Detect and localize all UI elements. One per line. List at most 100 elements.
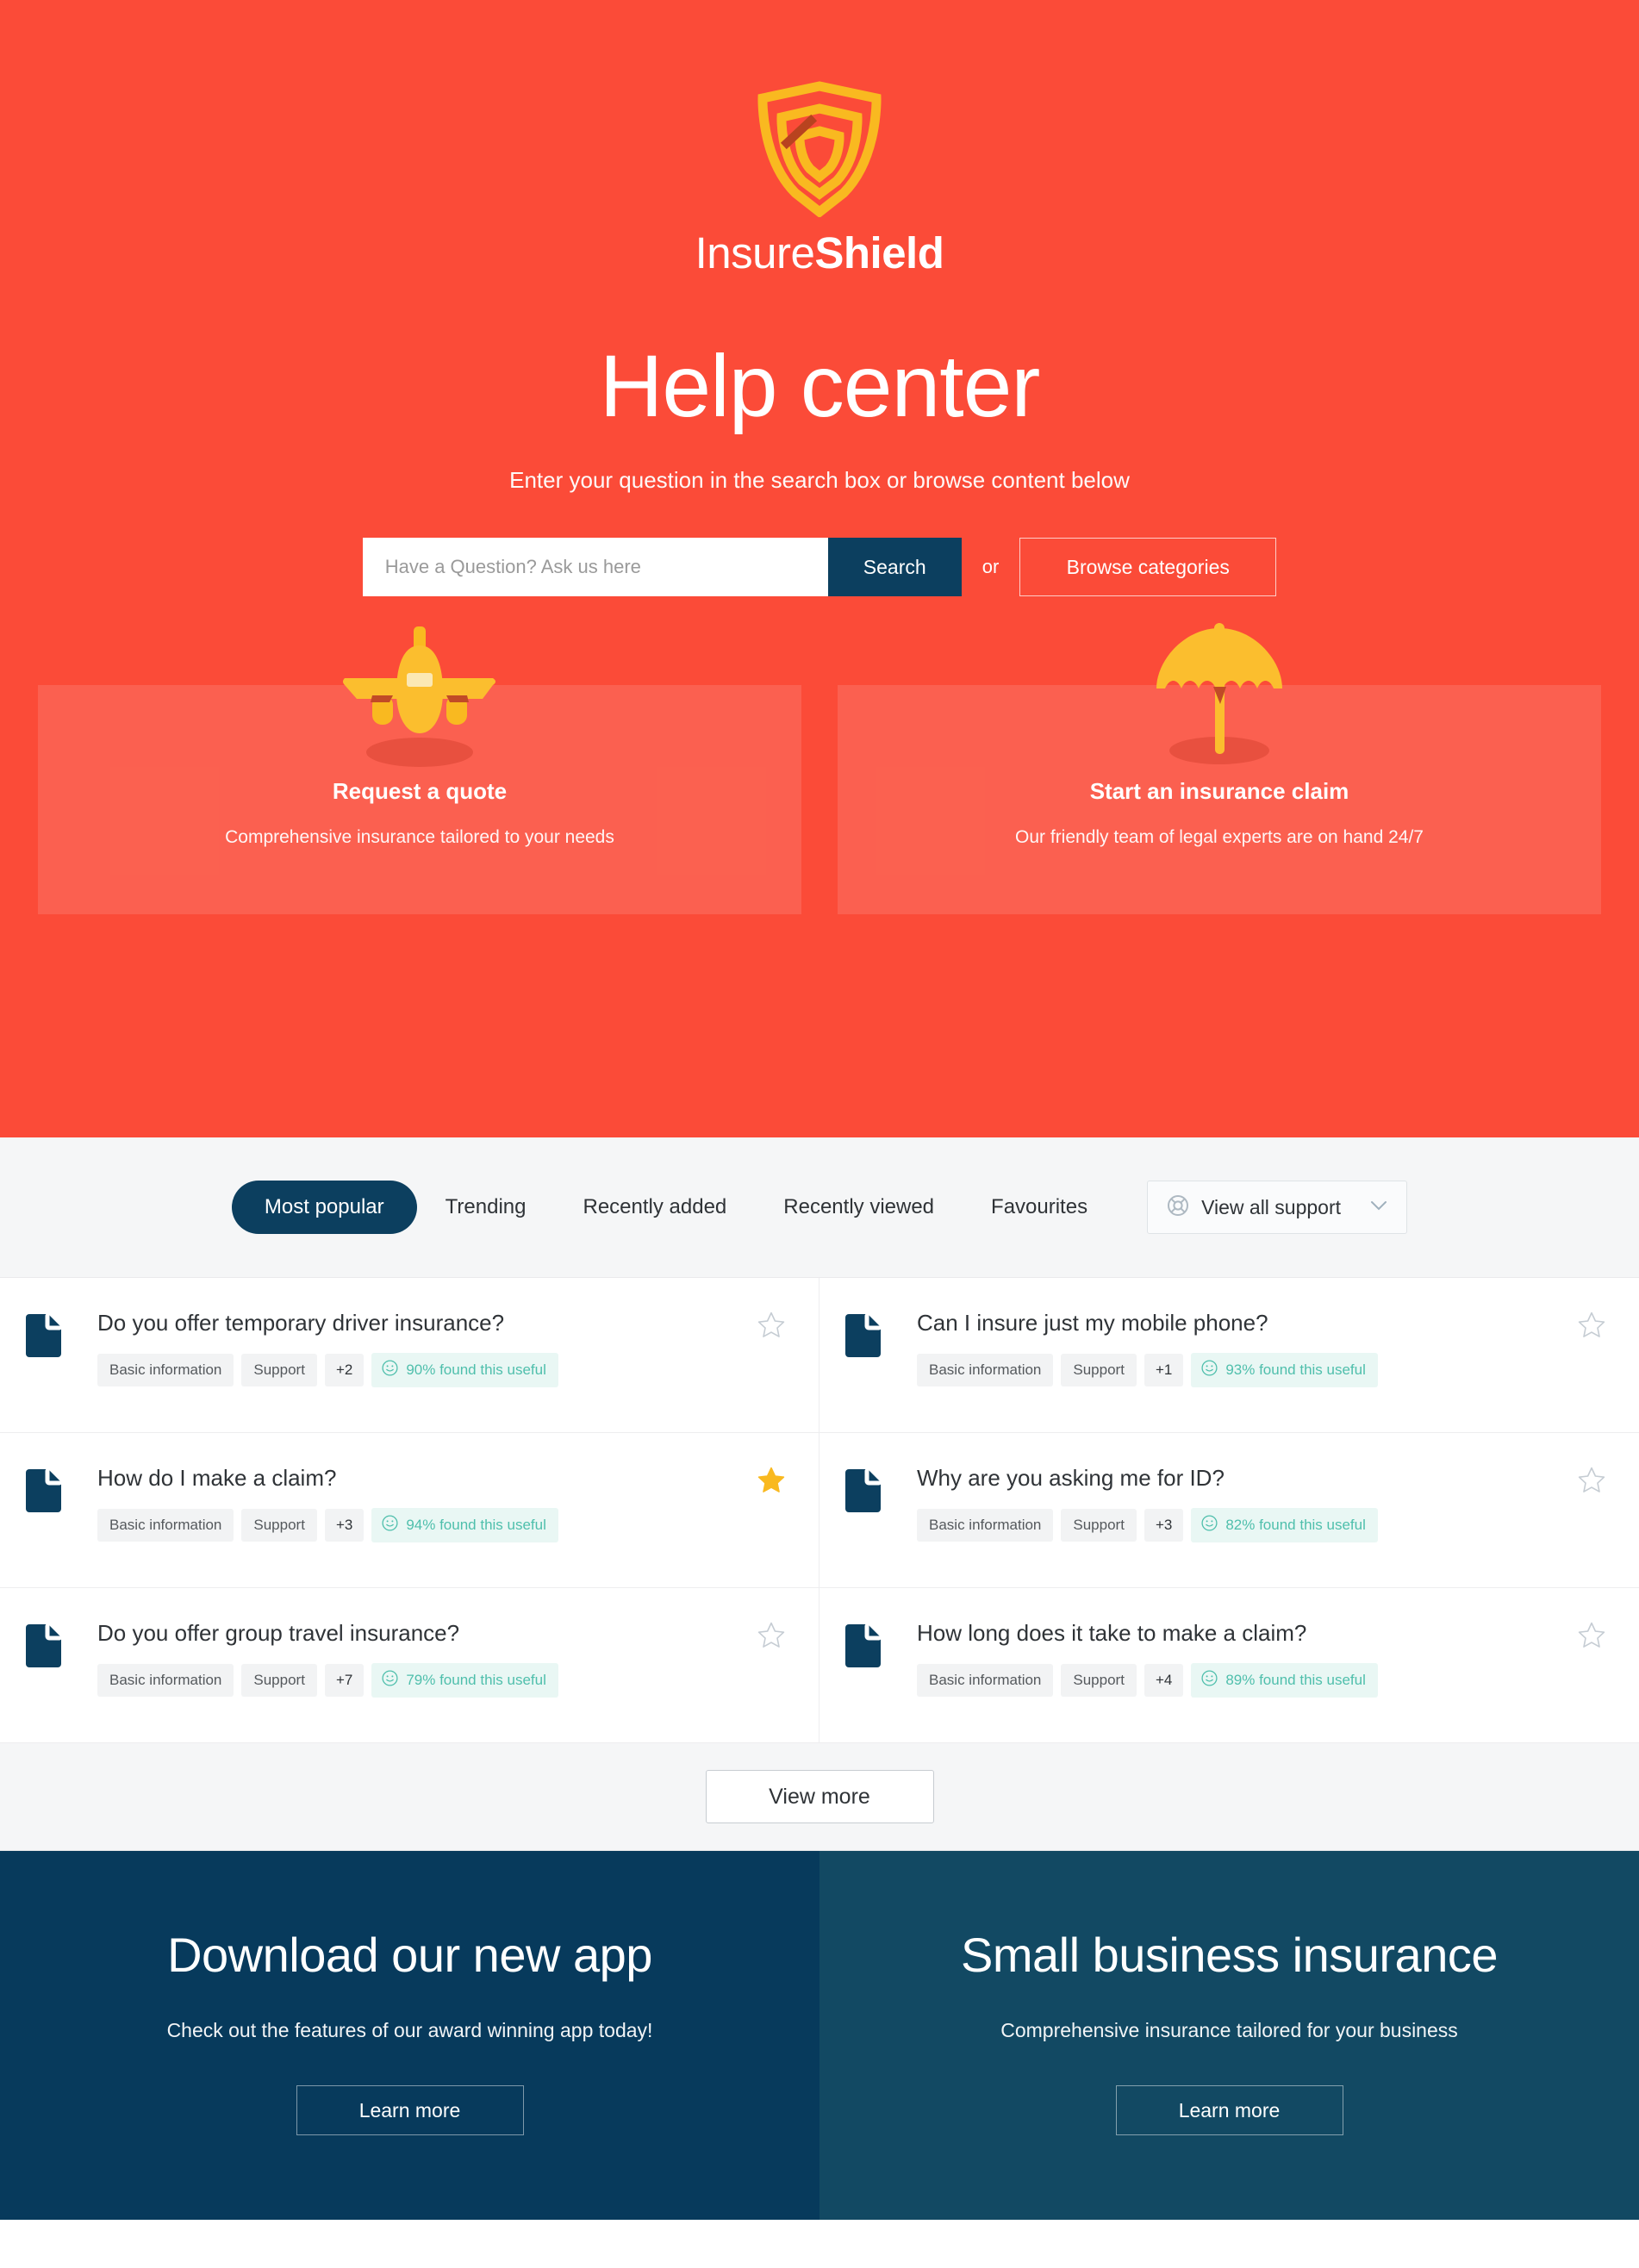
tab-bar: Most popular Trending Recently added Rec…	[0, 1137, 1639, 1278]
promo-title: Request a quote	[332, 778, 508, 805]
tag-overflow-count[interactable]: +3	[1144, 1508, 1184, 1542]
airplane-icon	[38, 620, 801, 775]
favourite-star-icon[interactable]	[1577, 1621, 1606, 1650]
favourite-star-icon[interactable]	[757, 1311, 786, 1340]
view-all-support-label: View all support	[1201, 1195, 1342, 1218]
article-body: How long does it take to make a claim? B…	[917, 1621, 1601, 1698]
smiley-icon	[1201, 1515, 1218, 1536]
article-title: Do you offer group travel insurance?	[97, 1620, 460, 1646]
document-icon	[26, 1623, 62, 1672]
article-body: Do you offer temporary driver insurance?…	[97, 1311, 781, 1387]
tag-overflow-count[interactable]: +3	[324, 1508, 365, 1542]
favourite-star-icon[interactable]	[1577, 1466, 1606, 1495]
useful-badge: 93% found this useful	[1191, 1352, 1378, 1387]
tag-overflow-count[interactable]: +4	[1144, 1663, 1184, 1697]
article-title: How long does it take to make a claim?	[917, 1620, 1307, 1646]
tag[interactable]: Support	[241, 1353, 317, 1386]
document-icon	[845, 1623, 882, 1672]
search-input[interactable]	[362, 538, 828, 597]
page-title: Help center	[599, 337, 1041, 435]
article-tags: Basic information Support +1 93% found t…	[917, 1352, 1601, 1387]
search-button[interactable]: Search	[827, 538, 962, 597]
tag[interactable]: Basic information	[97, 1663, 234, 1697]
tag-overflow-count[interactable]: +7	[324, 1663, 365, 1697]
favourite-star-icon[interactable]	[1577, 1311, 1606, 1340]
article-row[interactable]: Why are you asking me for ID? Basic info…	[820, 1433, 1639, 1588]
favourite-star-icon[interactable]	[757, 1621, 786, 1650]
article-body: Why are you asking me for ID? Basic info…	[917, 1466, 1601, 1542]
footer-panel-subtitle: Comprehensive insurance tailored for you…	[1000, 2019, 1458, 2041]
article-row[interactable]: Can I insure just my mobile phone? Basic…	[820, 1278, 1639, 1433]
useful-text: 82% found this useful	[1225, 1516, 1366, 1533]
tab-trending[interactable]: Trending	[417, 1181, 555, 1234]
article-tags: Basic information Support +4 89% found t…	[917, 1662, 1601, 1698]
article-row[interactable]: How long does it take to make a claim? B…	[820, 1588, 1639, 1743]
article-tags: Basic information Support +3 82% found t…	[917, 1507, 1601, 1542]
useful-text: 89% found this useful	[1225, 1671, 1366, 1688]
browse-categories-button[interactable]: Browse categories	[1019, 538, 1277, 597]
footer-panel-subtitle: Check out the features of our award winn…	[166, 2019, 653, 2041]
favourite-star-icon[interactable]	[757, 1466, 786, 1495]
brand-logo-block: InsureShield	[0, 79, 1639, 278]
useful-text: 90% found this useful	[406, 1361, 546, 1378]
useful-badge: 79% found this useful	[371, 1662, 558, 1698]
useful-badge: 94% found this useful	[371, 1507, 558, 1542]
tab-most-popular[interactable]: Most popular	[231, 1181, 417, 1234]
tag[interactable]: Basic information	[917, 1353, 1054, 1386]
footer-panel-small-business: Small business insurance Comprehensive i…	[820, 1851, 1639, 2220]
useful-badge: 90% found this useful	[371, 1352, 558, 1387]
article-row[interactable]: Do you offer group travel insurance? Bas…	[0, 1588, 820, 1743]
article-body: How do I make a claim? Basic information…	[97, 1466, 781, 1542]
view-all-support-dropdown[interactable]: View all support	[1147, 1181, 1408, 1234]
learn-more-button-app[interactable]: Learn more	[296, 2085, 524, 2135]
search-box: Search	[362, 538, 962, 597]
umbrella-icon	[838, 620, 1601, 775]
learn-more-button-business[interactable]: Learn more	[1115, 2085, 1343, 2135]
lifebuoy-icon	[1167, 1194, 1189, 1221]
article-body: Can I insure just my mobile phone? Basic…	[917, 1311, 1601, 1387]
tag-overflow-count[interactable]: +1	[1144, 1353, 1184, 1386]
document-icon	[26, 1313, 62, 1361]
tag[interactable]: Basic information	[97, 1508, 234, 1542]
tag[interactable]: Support	[241, 1508, 317, 1542]
smiley-icon	[1201, 1670, 1218, 1691]
article-tags: Basic information Support +2 90% found t…	[97, 1352, 781, 1387]
search-or-label: or	[982, 556, 1000, 578]
tab-recently-added[interactable]: Recently added	[555, 1181, 756, 1234]
useful-text: 94% found this useful	[406, 1516, 546, 1533]
article-row[interactable]: Do you offer temporary driver insurance?…	[0, 1278, 820, 1433]
promo-card-start-a-claim[interactable]: Start an insurance claim Our friendly te…	[838, 623, 1601, 915]
footer-panel-title: Small business insurance	[961, 1928, 1498, 1982]
article-title: Can I insure just my mobile phone?	[917, 1310, 1268, 1336]
article-grid: Do you offer temporary driver insurance?…	[0, 1278, 1639, 1743]
article-tags: Basic information Support +7 79% found t…	[97, 1662, 781, 1698]
chevron-down-icon	[1370, 1199, 1387, 1216]
tab-favourites[interactable]: Favourites	[963, 1181, 1116, 1234]
tag[interactable]: Basic information	[97, 1353, 234, 1386]
tag[interactable]: Basic information	[917, 1508, 1054, 1542]
tag[interactable]: Support	[1061, 1663, 1137, 1697]
tag-overflow-count[interactable]: +2	[324, 1353, 365, 1386]
promo-description: Comprehensive insurance tailored to your…	[225, 827, 614, 848]
tab-list: Most popular Trending Recently added Rec…	[231, 1181, 1408, 1234]
tab-recently-viewed[interactable]: Recently viewed	[755, 1181, 963, 1234]
view-more-button[interactable]: View more	[705, 1770, 934, 1823]
document-icon	[845, 1468, 882, 1517]
tag[interactable]: Basic information	[917, 1663, 1054, 1697]
tag[interactable]: Support	[241, 1663, 317, 1697]
article-row[interactable]: How do I make a claim? Basic information…	[0, 1433, 820, 1588]
article-body: Do you offer group travel insurance? Bas…	[97, 1621, 781, 1698]
useful-text: 93% found this useful	[1225, 1361, 1366, 1378]
footer-panels: Download our new app Check out the featu…	[0, 1851, 1639, 2220]
footer-panel-download-app: Download our new app Check out the featu…	[0, 1851, 820, 2220]
article-title: Do you offer temporary driver insurance?	[97, 1310, 505, 1336]
promo-description: Our friendly team of legal experts are o…	[1015, 827, 1424, 848]
useful-badge: 82% found this useful	[1191, 1507, 1378, 1542]
tag[interactable]: Support	[1061, 1508, 1137, 1542]
tag[interactable]: Support	[1061, 1353, 1137, 1386]
shield-icon	[747, 79, 892, 217]
promo-title: Start an insurance claim	[1089, 778, 1349, 805]
promo-card-request-a-quote[interactable]: Request a quote Comprehensive insurance …	[38, 626, 801, 915]
footer-panel-title: Download our new app	[167, 1928, 652, 1982]
smiley-icon	[1201, 1360, 1218, 1380]
